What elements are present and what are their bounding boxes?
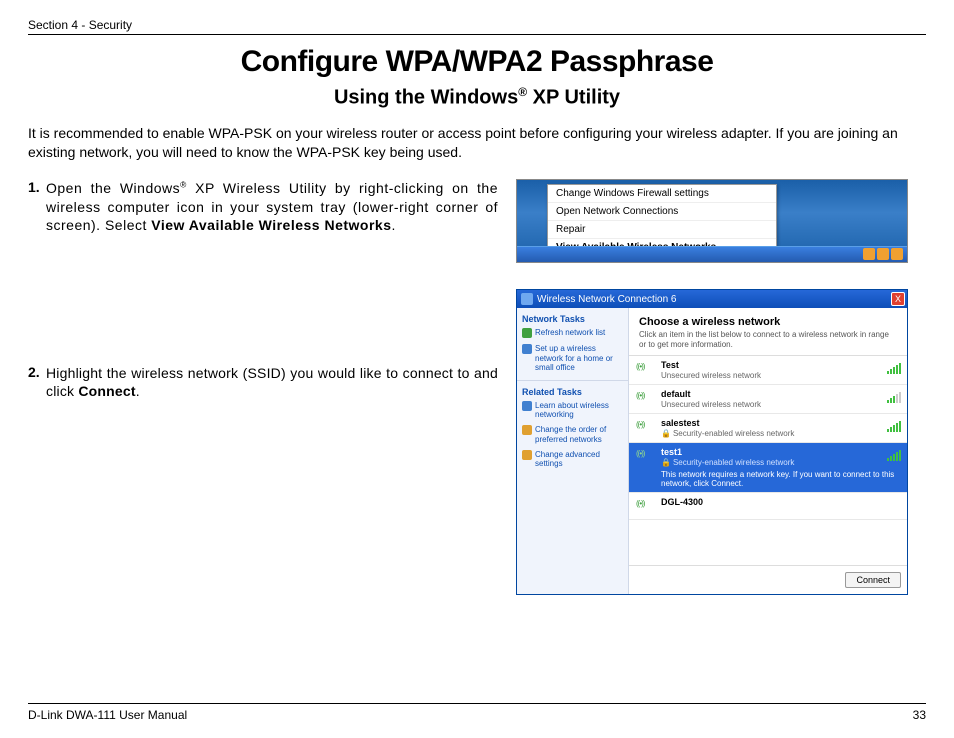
lock-icon: 🔒 — [661, 429, 671, 438]
network-item-test1-selected[interactable]: test1 🔒Security-enabled wireless network… — [629, 443, 907, 493]
step-1: 1. Open the Windows® XP Wireless Utility… — [28, 179, 498, 234]
network-note: This network requires a network key. If … — [661, 470, 899, 488]
setup-icon — [522, 344, 532, 354]
wifi-icon — [637, 360, 655, 378]
refresh-icon — [522, 328, 532, 338]
page-subtitle: Using the Windows® XP Utility — [28, 85, 926, 110]
sidebar-setup[interactable]: Set up a wireless network for a home or … — [522, 344, 623, 372]
wifi-icon — [637, 389, 655, 407]
menu-open-connections[interactable]: Open Network Connections — [548, 203, 776, 221]
signal-icon — [887, 362, 901, 374]
screenshot-context-menu: Change Windows Firewall settings Open Ne… — [516, 179, 908, 263]
wifi-icon — [637, 418, 655, 436]
subtitle-pre: Using the Windows — [334, 87, 518, 109]
sidebar-learn[interactable]: Learn about wireless networking — [522, 401, 623, 419]
step-2-number: 2. — [28, 364, 46, 400]
network-list: TestUnsecured wireless network defaultUn… — [629, 355, 907, 566]
sidebar-separator — [517, 380, 628, 381]
lock-icon: 🔒 — [661, 458, 671, 467]
close-button[interactable]: X — [891, 292, 905, 306]
system-tray — [863, 248, 903, 260]
footer-rule — [28, 703, 926, 704]
sidebar: Network Tasks Refresh network list Set u… — [517, 308, 629, 594]
step-2: 2. Highlight the wireless network (SSID)… — [28, 364, 498, 400]
tray-icon[interactable] — [863, 248, 875, 260]
step-2-body: Highlight the wireless network (SSID) yo… — [46, 364, 498, 400]
step-1-number: 1. — [28, 179, 46, 234]
header-rule — [28, 34, 926, 35]
star-icon — [522, 425, 532, 435]
network-item-dgl[interactable]: DGL-4300 — [629, 493, 907, 520]
sidebar-heading-network-tasks: Network Tasks — [522, 314, 623, 324]
signal-icon — [887, 420, 901, 432]
registered-mark: ® — [518, 85, 527, 99]
signal-icon — [887, 391, 901, 403]
signal-icon — [887, 449, 901, 461]
choose-subtext: Click an item in the list below to conne… — [629, 330, 907, 354]
connect-button[interactable]: Connect — [845, 572, 901, 588]
sidebar-advanced[interactable]: Change advanced settings — [522, 450, 623, 468]
page-footer: D-Link DWA-111 User Manual 33 — [28, 703, 926, 722]
footer-page-number: 33 — [913, 708, 926, 722]
sidebar-heading-related: Related Tasks — [522, 387, 623, 397]
titlebar-text: Wireless Network Connection 6 — [537, 294, 677, 305]
network-item-test[interactable]: TestUnsecured wireless network — [629, 356, 907, 385]
tray-icon[interactable] — [891, 248, 903, 260]
wifi-icon — [637, 497, 655, 515]
gear-icon — [522, 450, 532, 460]
intro-paragraph: It is recommended to enable WPA-PSK on y… — [28, 124, 926, 162]
screenshot-wireless-dialog: Wireless Network Connection 6 X Network … — [516, 289, 908, 595]
titlebar: Wireless Network Connection 6 X — [517, 290, 907, 308]
network-item-default[interactable]: defaultUnsecured wireless network — [629, 385, 907, 414]
menu-firewall[interactable]: Change Windows Firewall settings — [548, 185, 776, 203]
step-1-body: Open the Windows® XP Wireless Utility by… — [46, 179, 498, 234]
button-row: Connect — [629, 565, 907, 594]
section-header: Section 4 - Security — [28, 18, 926, 32]
tray-icon[interactable] — [877, 248, 889, 260]
sidebar-order[interactable]: Change the order of preferred networks — [522, 425, 623, 443]
sidebar-refresh[interactable]: Refresh network list — [522, 328, 623, 338]
subtitle-post: XP Utility — [527, 87, 620, 109]
choose-heading: Choose a wireless network — [629, 308, 907, 330]
footer-manual-name: D-Link DWA-111 User Manual — [28, 708, 187, 722]
page-title: Configure WPA/WPA2 Passphrase — [28, 45, 926, 79]
learn-icon — [522, 401, 532, 411]
main-pane: Choose a wireless network Click an item … — [629, 308, 907, 594]
wifi-icon — [637, 447, 655, 465]
menu-repair[interactable]: Repair — [548, 221, 776, 239]
network-item-salestest[interactable]: salestest🔒Security-enabled wireless netw… — [629, 414, 907, 443]
wireless-icon — [521, 293, 533, 305]
taskbar — [517, 246, 907, 262]
